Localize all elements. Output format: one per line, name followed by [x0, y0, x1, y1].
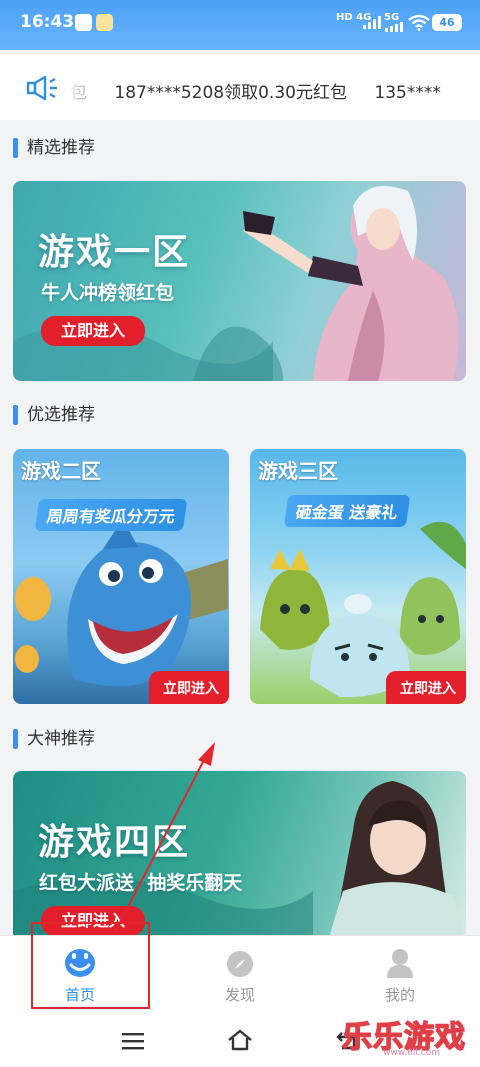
tab-mine-label: 我的 [384, 986, 415, 1004]
tab-mine[interactable]: 我的 [340, 936, 460, 1016]
compass-icon [227, 951, 253, 977]
annotation-arrow [97, 742, 215, 966]
watermark-url: www.6ll.com [383, 1048, 440, 1058]
tab-discover[interactable]: 发现 [180, 936, 300, 1016]
menu-icon[interactable] [122, 1032, 144, 1050]
user-icon [387, 949, 413, 978]
highlight-box [31, 922, 150, 1009]
tab-discover-label: 发现 [224, 986, 255, 1004]
home-icon[interactable] [227, 1028, 253, 1052]
